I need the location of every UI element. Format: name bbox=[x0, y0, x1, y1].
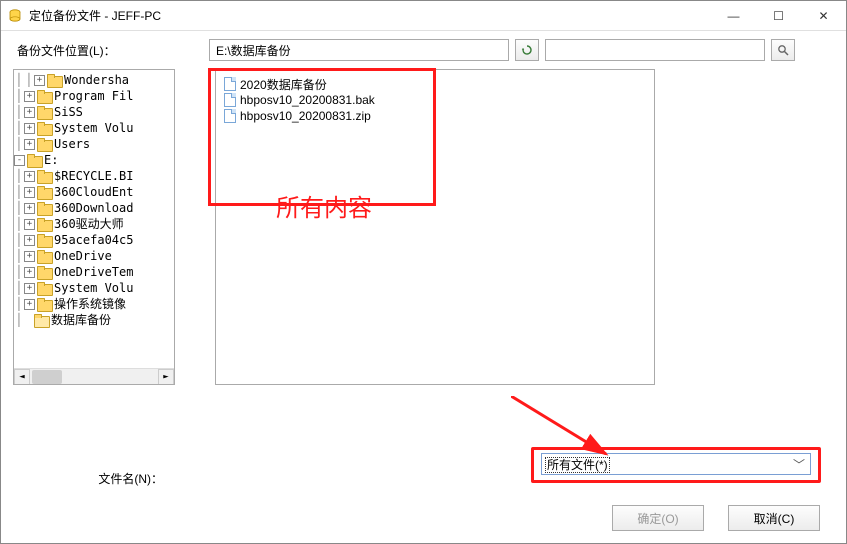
tree-item[interactable]: │+操作系统镜像 bbox=[14, 296, 174, 312]
close-button[interactable]: ✕ bbox=[801, 1, 846, 31]
folder-icon bbox=[37, 122, 51, 134]
tree-item-label: 操作系统镜像 bbox=[54, 296, 126, 312]
tree-expander[interactable]: + bbox=[24, 187, 35, 198]
tree-expander[interactable]: + bbox=[34, 75, 45, 86]
tree-item-label: System Volu bbox=[54, 120, 133, 136]
file-name: hbposv10_20200831.zip bbox=[240, 109, 371, 123]
tree-expander[interactable]: + bbox=[24, 91, 35, 102]
tree-item-label: SiSS bbox=[54, 104, 83, 120]
tree-expander[interactable]: + bbox=[24, 283, 35, 294]
search-button[interactable] bbox=[771, 39, 795, 61]
tree-item[interactable]: ││+Wondersha bbox=[14, 72, 174, 88]
tree-item[interactable]: │+System Volu bbox=[14, 280, 174, 296]
folder-icon bbox=[37, 282, 51, 294]
minimize-button[interactable]: — bbox=[711, 1, 756, 31]
folder-icon bbox=[37, 90, 51, 102]
folder-tree[interactable]: ││+Wondersha│+Program Fil│+SiSS│+System … bbox=[13, 69, 175, 385]
folder-icon bbox=[27, 154, 41, 166]
annotation-text: 所有内容 bbox=[276, 188, 372, 223]
tree-item-label: $RECYCLE.BI bbox=[54, 168, 133, 184]
refresh-button[interactable] bbox=[515, 39, 539, 61]
folder-icon bbox=[37, 250, 51, 262]
file-item[interactable]: hbposv10_20200831.bak bbox=[224, 92, 646, 108]
tree-item-label: 数据库备份 bbox=[51, 312, 111, 328]
tree-item-label: System Volu bbox=[54, 280, 133, 296]
file-icon bbox=[224, 109, 236, 123]
tree-item-label: 360CloudEnt bbox=[54, 184, 133, 200]
tree-expander[interactable]: + bbox=[24, 251, 35, 262]
tree-item[interactable]: │+360驱动大师 bbox=[14, 216, 174, 232]
tree-expander[interactable]: + bbox=[24, 123, 35, 134]
file-item[interactable]: 2020数据库备份 bbox=[224, 76, 646, 92]
tree-item[interactable]: │+SiSS bbox=[14, 104, 174, 120]
tree-item[interactable]: │+System Volu bbox=[14, 120, 174, 136]
file-type-filter[interactable]: 所有文件(*) ﹀ bbox=[541, 453, 811, 475]
tree-item[interactable]: │+95acefa04c5 bbox=[14, 232, 174, 248]
tree-item[interactable]: │+360CloudEnt bbox=[14, 184, 174, 200]
tree-item[interactable]: │数据库备份 bbox=[14, 312, 174, 328]
tree-expander[interactable]: - bbox=[14, 155, 25, 166]
tree-item-label: 360Download bbox=[54, 200, 133, 216]
tree-expander[interactable]: + bbox=[24, 219, 35, 230]
folder-icon bbox=[37, 298, 51, 310]
tree-item[interactable]: │+$RECYCLE.BI bbox=[14, 168, 174, 184]
tree-item[interactable]: │+OneDrive bbox=[14, 248, 174, 264]
window-titlebar: 定位备份文件 - JEFF-PC — ☐ ✕ bbox=[1, 1, 846, 31]
tree-item-label: 360驱动大师 bbox=[54, 216, 124, 232]
tree-expander[interactable]: + bbox=[24, 235, 35, 246]
folder-icon bbox=[37, 234, 51, 246]
tree-item-label: E: bbox=[44, 152, 58, 168]
folder-icon bbox=[37, 170, 51, 182]
file-icon bbox=[224, 77, 236, 91]
file-type-filter-text: 所有文件(*) bbox=[546, 458, 609, 472]
folder-icon bbox=[37, 138, 51, 150]
maximize-button[interactable]: ☐ bbox=[756, 1, 801, 31]
tree-item-label: OneDrive bbox=[54, 248, 112, 264]
file-icon bbox=[224, 93, 236, 107]
tree-expander[interactable]: + bbox=[24, 107, 35, 118]
tree-item-label: Program Fil bbox=[54, 88, 133, 104]
folder-icon bbox=[47, 74, 61, 86]
tree-horizontal-scrollbar[interactable]: ◄ ► bbox=[14, 368, 174, 384]
tree-item-label: 95acefa04c5 bbox=[54, 232, 133, 248]
file-name: hbposv10_20200831.bak bbox=[240, 93, 375, 107]
search-input[interactable] bbox=[545, 39, 765, 61]
tree-expander[interactable]: + bbox=[24, 139, 35, 150]
file-item[interactable]: hbposv10_20200831.zip bbox=[224, 108, 646, 124]
tree-item[interactable]: │+360Download bbox=[14, 200, 174, 216]
tree-item[interactable]: │+Program Fil bbox=[14, 88, 174, 104]
scroll-right-arrow[interactable]: ► bbox=[158, 369, 174, 385]
tree-expander[interactable]: + bbox=[24, 203, 35, 214]
tree-item[interactable]: │+Users bbox=[14, 136, 174, 152]
folder-icon bbox=[37, 218, 51, 230]
scroll-thumb[interactable] bbox=[32, 370, 62, 384]
folder-icon bbox=[37, 266, 51, 278]
cancel-button[interactable]: 取消(C) bbox=[728, 505, 820, 531]
tree-item-label: OneDriveTem bbox=[54, 264, 133, 280]
tree-expander[interactable]: + bbox=[24, 299, 35, 310]
folder-icon bbox=[37, 202, 51, 214]
location-label: 备份文件位置(L)： bbox=[13, 42, 203, 59]
tree-expander[interactable]: + bbox=[24, 171, 35, 182]
app-icon bbox=[7, 8, 23, 24]
folder-icon bbox=[37, 186, 51, 198]
chevron-down-icon: ﹀ bbox=[792, 456, 806, 473]
ok-button[interactable]: 确定(O) bbox=[612, 505, 704, 531]
tree-item-label: Users bbox=[54, 136, 90, 152]
tree-item[interactable]: - E: bbox=[14, 152, 174, 168]
tree-item[interactable]: │+OneDriveTem bbox=[14, 264, 174, 280]
filename-label: 文件名(N)： bbox=[13, 470, 203, 487]
folder-icon bbox=[34, 314, 48, 326]
location-input[interactable] bbox=[209, 39, 509, 61]
folder-icon bbox=[37, 106, 51, 118]
scroll-left-arrow[interactable]: ◄ bbox=[14, 369, 30, 385]
file-list[interactable]: 2020数据库备份hbposv10_20200831.bak hbposv10_2… bbox=[215, 69, 655, 385]
file-name: 2020数据库备份 bbox=[240, 76, 327, 93]
tree-expander[interactable]: + bbox=[24, 267, 35, 278]
window-title: 定位备份文件 - JEFF-PC bbox=[29, 7, 161, 24]
tree-item-label: Wondersha bbox=[64, 72, 129, 88]
